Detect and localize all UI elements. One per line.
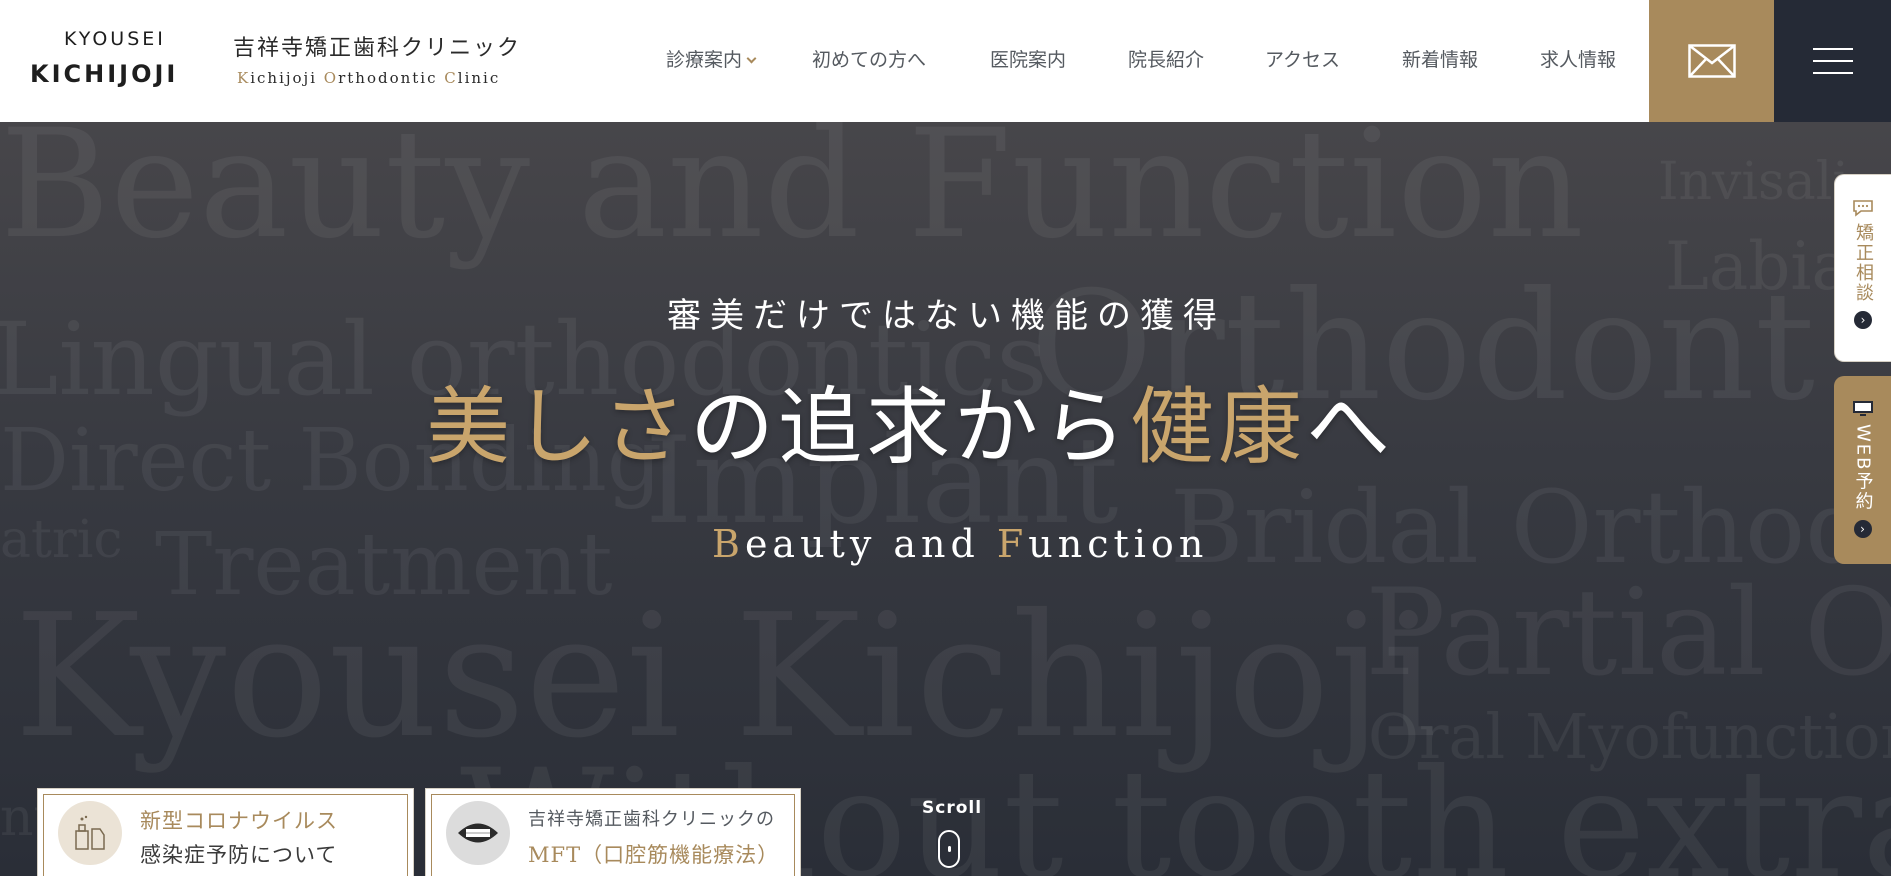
text-segment: の追求から — [690, 378, 1131, 476]
chevron-right-icon: › — [1854, 311, 1872, 329]
text-segment: O — [323, 69, 339, 87]
card-title: 新型コロナウイルス — [140, 809, 338, 833]
text-segment: rthodontic — [338, 69, 445, 87]
contact-mail-button[interactable] — [1649, 0, 1774, 122]
card-subtitle: 感染症予防について — [140, 843, 338, 867]
bg-word: atric — [0, 510, 123, 570]
bg-word: Beauty and Function — [0, 122, 1584, 272]
text-segment: 健康 — [1130, 378, 1307, 476]
hamburger-menu-button[interactable] — [1774, 0, 1891, 122]
text-segment: linic — [457, 69, 501, 87]
bg-word: Kyousei Kichijoji — [14, 578, 1437, 776]
nav-item-services[interactable]: 診療案内 — [666, 45, 757, 72]
nav-item-clinic-info[interactable]: 医院案内 — [990, 45, 1066, 72]
clinic-name-en: Kichijoji Orthodontic Clinic — [237, 69, 500, 87]
nav-label: 診療案内 — [666, 49, 743, 71]
web-reservation-tab-label: WEB予約 — [1852, 424, 1874, 512]
nav-item-news[interactable]: 新着情報 — [1402, 45, 1478, 72]
chevron-down-icon — [746, 53, 757, 64]
site-header: KYOUSEI KICHIJOJI 吉祥寺矯正歯科クリニック Kichijoji… — [0, 0, 1891, 122]
text-segment: ichijoji — [250, 69, 324, 87]
nav-item-director[interactable]: 院長紹介 — [1128, 45, 1204, 72]
chevron-right-icon: › — [1853, 519, 1872, 538]
text-segment: unction — [1028, 522, 1209, 566]
nav-item-access[interactable]: アクセス — [1265, 45, 1340, 72]
clinic-name-jp: 吉祥寺矯正歯科クリニック — [233, 36, 522, 61]
text-segment: 美しさ — [426, 378, 691, 476]
nav-item-first-visit[interactable]: 初めての方へ — [812, 45, 926, 72]
site-logo[interactable]: KYOUSEI KICHIJOJI — [30, 28, 225, 92]
logo-top-text: KYOUSEI — [64, 28, 166, 50]
disinfectant-icon — [58, 801, 122, 865]
mouth-icon — [446, 801, 510, 865]
text-segment: K — [237, 69, 251, 87]
card-title: 吉祥寺矯正歯科クリニックの — [528, 809, 775, 830]
text-segment: へ — [1306, 378, 1395, 476]
consultation-tab-label: 矯正相談 — [1853, 223, 1874, 303]
hamburger-icon — [1812, 48, 1853, 74]
bg-word: Invisali — [1658, 152, 1849, 212]
bg-word: Partial Or — [1365, 564, 1891, 703]
hero-tagline: 審美だけではない機能の獲得 — [667, 296, 1226, 336]
logo-bottom-text: KICHIJOJI — [30, 60, 179, 88]
text-segment: C — [444, 69, 458, 87]
web-reservation-tab[interactable]: WEB予約 › — [1834, 376, 1891, 564]
envelope-icon — [1687, 44, 1736, 78]
nav-item-recruit[interactable]: 求人情報 — [1540, 45, 1616, 72]
scroll-mouse-icon[interactable] — [938, 830, 960, 868]
text-segment: F — [996, 522, 1029, 566]
hero-headline: 美しさの追求から健康へ — [426, 360, 1394, 481]
consultation-tab[interactable]: 矯正相談 › — [1834, 174, 1891, 362]
card-subtitle: MFT（口腔筋機能療法） — [528, 843, 780, 867]
text-segment: eauty and — [744, 522, 997, 566]
hero-section: Beauty and Function Invisali Labia Lingu… — [0, 122, 1891, 876]
scroll-label: Scroll — [922, 798, 983, 818]
chat-bubble-icon — [1853, 200, 1873, 217]
text-segment: B — [712, 522, 745, 566]
mft-info-card[interactable]: 吉祥寺矯正歯科クリニックの MFT（口腔筋機能療法） — [425, 788, 801, 876]
bg-word: Bridal Orthodo — [1170, 469, 1891, 586]
covid-info-card[interactable]: 新型コロナウイルス 感染症予防について — [37, 788, 414, 876]
monitor-icon — [1852, 401, 1873, 416]
hero-subtitle: Beauty and Function — [712, 522, 1208, 566]
